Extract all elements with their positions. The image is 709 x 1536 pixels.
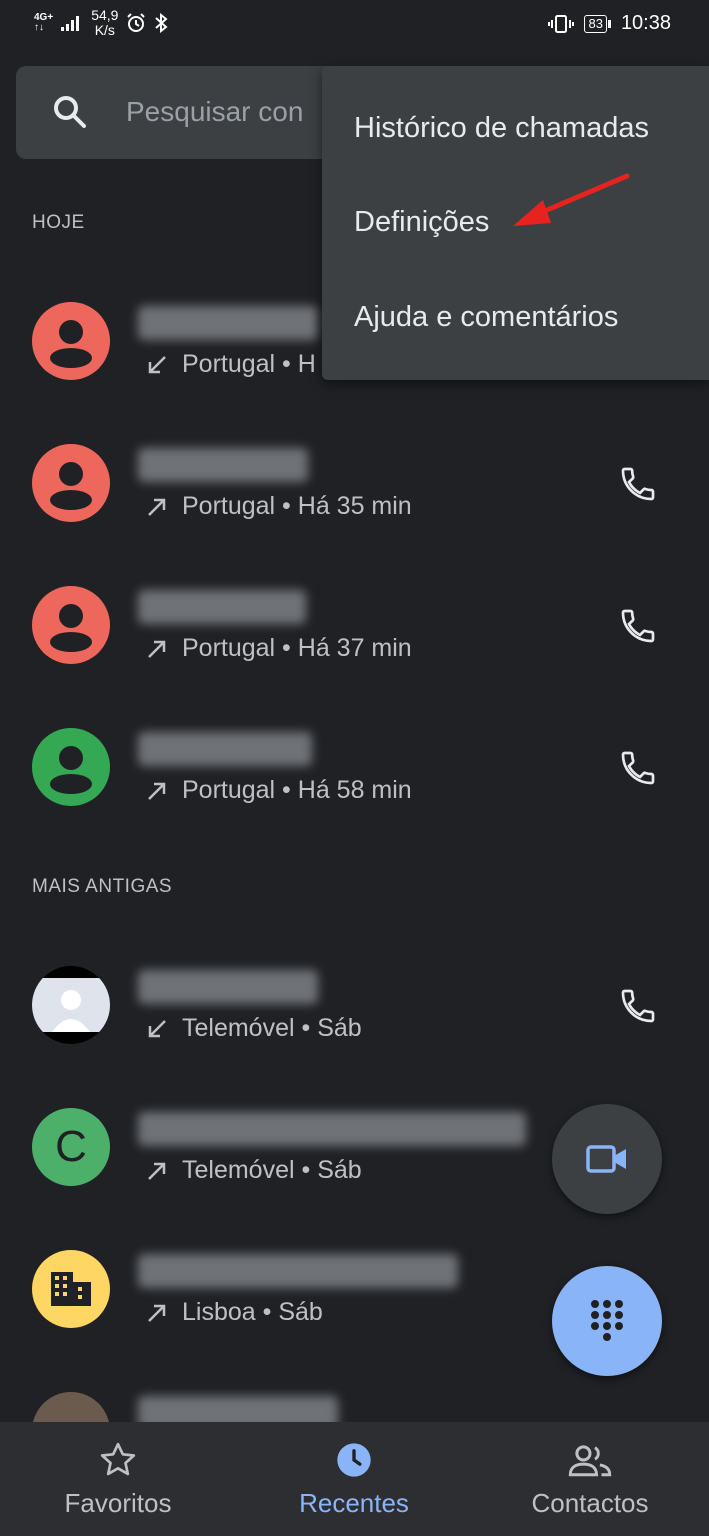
- battery-indicator: 83: [584, 14, 611, 33]
- contact-name-redacted: [138, 970, 318, 1004]
- video-icon: [586, 1145, 626, 1173]
- contact-name-redacted: [138, 448, 308, 482]
- avatar: [32, 586, 110, 664]
- avatar-letter: C: [32, 1108, 110, 1186]
- phone-icon[interactable]: [618, 464, 658, 504]
- person-icon: [50, 604, 92, 652]
- outgoing-call-icon: [148, 498, 166, 516]
- nav-label: Contactos: [531, 1488, 649, 1518]
- dialpad-button[interactable]: [552, 1266, 662, 1376]
- star-icon: [100, 1442, 136, 1476]
- menu-item-call-history[interactable]: Histórico de chamadas: [354, 112, 649, 145]
- section-header-today: HOJE: [32, 212, 85, 233]
- outgoing-call-icon: [148, 1304, 166, 1322]
- call-row[interactable]: Portugal • Há 37 min: [0, 566, 709, 686]
- annotation-arrow: [513, 173, 630, 226]
- contact-name-redacted: [138, 306, 318, 340]
- call-details: Portugal • Há 35 min: [146, 492, 412, 521]
- contact-name-redacted: [138, 732, 312, 766]
- call-subtitle: Lisboa • Sáb: [182, 1298, 323, 1326]
- nav-label: Recentes: [299, 1488, 409, 1518]
- contact-name-redacted: [138, 590, 306, 624]
- nav-recents[interactable]: Recentes: [236, 1422, 472, 1536]
- network-indicator: 4G+ ↑↓: [34, 13, 53, 33]
- outgoing-call-icon: [148, 640, 166, 658]
- menu-item-settings[interactable]: Definições: [354, 206, 489, 239]
- call-subtitle: Telemóvel • Sáb: [182, 1014, 362, 1042]
- incoming-call-icon: [148, 1019, 166, 1037]
- bottom-navigation: Favoritos Recentes Contactos: [0, 1422, 709, 1536]
- call-details: Telemóvel • Sáb: [146, 1014, 362, 1043]
- call-details: Portugal • Há 37 min: [146, 634, 412, 663]
- avatar-photo: [32, 966, 110, 1044]
- contact-name-redacted: [138, 1112, 526, 1146]
- call-row[interactable]: Portugal • Há 58 min: [0, 708, 709, 828]
- search-icon: [54, 96, 86, 128]
- phone-icon[interactable]: [618, 986, 658, 1026]
- speed-value: 54,9: [91, 7, 119, 23]
- call-subtitle: Portugal • Há 58 min: [182, 776, 412, 804]
- call-details: Portugal • H: [146, 350, 316, 379]
- clock: 10:38: [620, 12, 671, 34]
- battery-level: 83: [584, 14, 607, 33]
- contact-name-redacted: [138, 1396, 338, 1422]
- call-row[interactable]: Telemóvel • Sáb: [0, 946, 709, 1066]
- data-arrows: ↑↓: [34, 22, 44, 33]
- network-speed: 54,9 K/s: [91, 8, 118, 38]
- call-details: Lisboa • Sáb: [146, 1298, 323, 1327]
- outgoing-call-icon: [148, 782, 166, 800]
- person-icon: [50, 320, 92, 368]
- avatar: [32, 1250, 110, 1328]
- vibrate-icon: [548, 14, 575, 33]
- call-details: Portugal • Há 58 min: [146, 776, 412, 805]
- clock-icon: [337, 1443, 371, 1477]
- avatar: [32, 444, 110, 522]
- business-icon: [51, 1272, 91, 1306]
- search-input[interactable]: Pesquisar con: [126, 96, 326, 128]
- call-row-partial[interactable]: [0, 1372, 709, 1422]
- video-call-button[interactable]: [552, 1104, 662, 1214]
- phone-icon[interactable]: [618, 748, 658, 788]
- call-subtitle: Portugal • Há 35 min: [182, 492, 412, 520]
- speed-unit: K/s: [94, 22, 115, 38]
- bluetooth-icon: [155, 13, 168, 33]
- status-bar: 4G+ ↑↓ 54,9 K/s 83 10:38: [0, 0, 709, 50]
- alarm-icon: [127, 13, 146, 32]
- nav-favorites[interactable]: Favoritos: [0, 1422, 236, 1536]
- contact-name-redacted: [138, 1254, 458, 1288]
- avatar: [32, 302, 110, 380]
- menu-item-help-feedback[interactable]: Ajuda e comentários: [354, 301, 618, 334]
- dialpad-icon: [591, 1300, 623, 1341]
- call-row[interactable]: Portugal • Há 35 min: [0, 424, 709, 544]
- incoming-call-icon: [148, 355, 166, 373]
- person-icon: [50, 462, 92, 510]
- call-subtitle: Telemóvel • Sáb: [182, 1156, 362, 1184]
- call-subtitle: Portugal • Há 37 min: [182, 634, 412, 662]
- person-icon: [50, 746, 92, 794]
- phone-icon[interactable]: [618, 606, 658, 646]
- call-subtitle: Portugal • H: [182, 350, 316, 378]
- signal-icon: [61, 16, 80, 31]
- outgoing-call-icon: [148, 1162, 166, 1180]
- section-header-older: MAIS ANTIGAS: [32, 876, 173, 897]
- nav-label: Favoritos: [64, 1488, 172, 1518]
- call-details: Telemóvel • Sáb: [146, 1156, 362, 1185]
- avatar-photo: [32, 1392, 110, 1422]
- contact-photo: [32, 978, 110, 1032]
- nav-contacts[interactable]: Contactos: [472, 1422, 708, 1536]
- contacts-icon: [568, 1445, 612, 1477]
- avatar: [32, 728, 110, 806]
